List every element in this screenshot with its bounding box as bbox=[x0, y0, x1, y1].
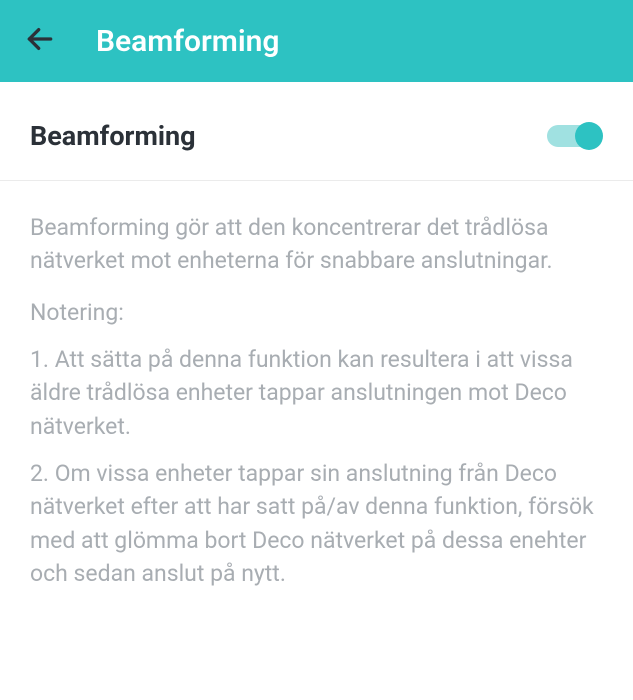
note-label: Notering: bbox=[30, 296, 603, 329]
setting-label: Beamforming bbox=[30, 120, 196, 152]
back-arrow-icon bbox=[24, 23, 56, 59]
beamforming-setting-row: Beamforming bbox=[0, 82, 633, 181]
back-button[interactable] bbox=[24, 23, 56, 59]
description-section: Beamforming gör att den koncentrerar det… bbox=[0, 181, 633, 590]
page-title: Beamforming bbox=[96, 24, 279, 59]
toggle-thumb bbox=[575, 122, 603, 150]
description-main: Beamforming gör att den koncentrerar det… bbox=[30, 211, 603, 278]
note-item-1: 1. Att sätta på denna funktion kan resul… bbox=[30, 343, 603, 443]
beamforming-toggle[interactable] bbox=[547, 122, 603, 150]
note-item-2: 2. Om vissa enheter tappar sin anslutnin… bbox=[30, 457, 603, 590]
header: Beamforming bbox=[0, 0, 633, 82]
